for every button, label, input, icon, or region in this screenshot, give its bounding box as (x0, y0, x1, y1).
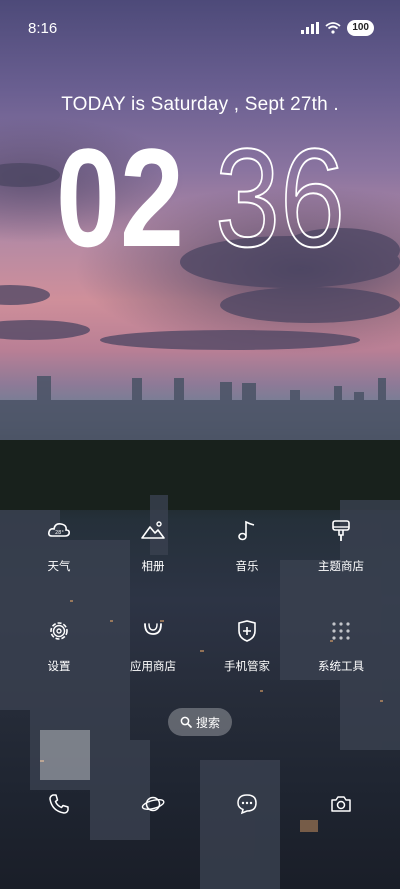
gear-icon (50, 622, 68, 640)
status-bar: 8:16 100 (0, 0, 400, 56)
phone-icon (49, 794, 69, 814)
app-system-tools-folder[interactable]: 系统工具 (294, 614, 388, 689)
search-label: 搜索 (195, 715, 220, 730)
camera-icon (331, 796, 351, 812)
status-time: 8:16 (28, 19, 58, 37)
clock-widget[interactable]: 02 36 (55, 122, 355, 252)
clock-hour: 02 (56, 122, 184, 252)
app-label: 天气 (47, 561, 71, 573)
app-label: 系统工具 (318, 661, 364, 673)
search-button[interactable]: 搜索 (168, 708, 232, 736)
app-gallery[interactable]: 相册 (106, 514, 200, 589)
app-music[interactable]: 音乐 (200, 514, 294, 589)
app-label: 设置 (47, 661, 71, 673)
dock-browser[interactable] (106, 792, 200, 816)
status-icons: 100 (301, 20, 374, 36)
grid-dots-icon (332, 622, 350, 640)
app-label: 手机管家 (224, 661, 270, 673)
signal-icon (301, 22, 320, 34)
brush-icon (332, 520, 350, 541)
dock-camera[interactable] (294, 792, 388, 816)
app-settings[interactable]: 设置 (12, 614, 106, 689)
app-grid-row-1: 28° 天气 相册 音乐 主题商店 (12, 514, 388, 589)
app-label: 应用商店 (130, 661, 176, 673)
bag-icon (144, 623, 162, 635)
wifi-icon (325, 22, 341, 34)
app-theme-store[interactable]: 主题商店 (294, 514, 388, 589)
dock (12, 792, 388, 816)
app-weather[interactable]: 28° 天气 (12, 514, 106, 589)
app-grid-row-2: 设置 应用商店 手机管家 系统工具 (12, 614, 388, 689)
app-label: 音乐 (235, 561, 259, 573)
mountain-icon (141, 521, 165, 539)
app-app-store[interactable]: 应用商店 (106, 614, 200, 689)
dock-messages[interactable] (200, 792, 294, 816)
search-icon (180, 716, 192, 728)
planet-browser-icon (141, 796, 165, 812)
music-note-icon (238, 520, 255, 541)
svg-text:28°: 28° (55, 530, 64, 536)
clock-minute: 36 (215, 122, 345, 252)
dock-phone[interactable] (12, 792, 106, 816)
app-label: 相册 (141, 561, 165, 573)
app-phone-manager[interactable]: 手机管家 (200, 614, 294, 689)
app-label: 主题商店 (318, 561, 364, 573)
message-bubble-icon (237, 794, 257, 815)
weather-cloud-icon: 28° (48, 523, 70, 537)
date-text: TODAY is Saturday , Sept 27th . (61, 94, 339, 115)
battery-icon: 100 (347, 20, 374, 36)
shield-plus-icon (238, 620, 256, 642)
